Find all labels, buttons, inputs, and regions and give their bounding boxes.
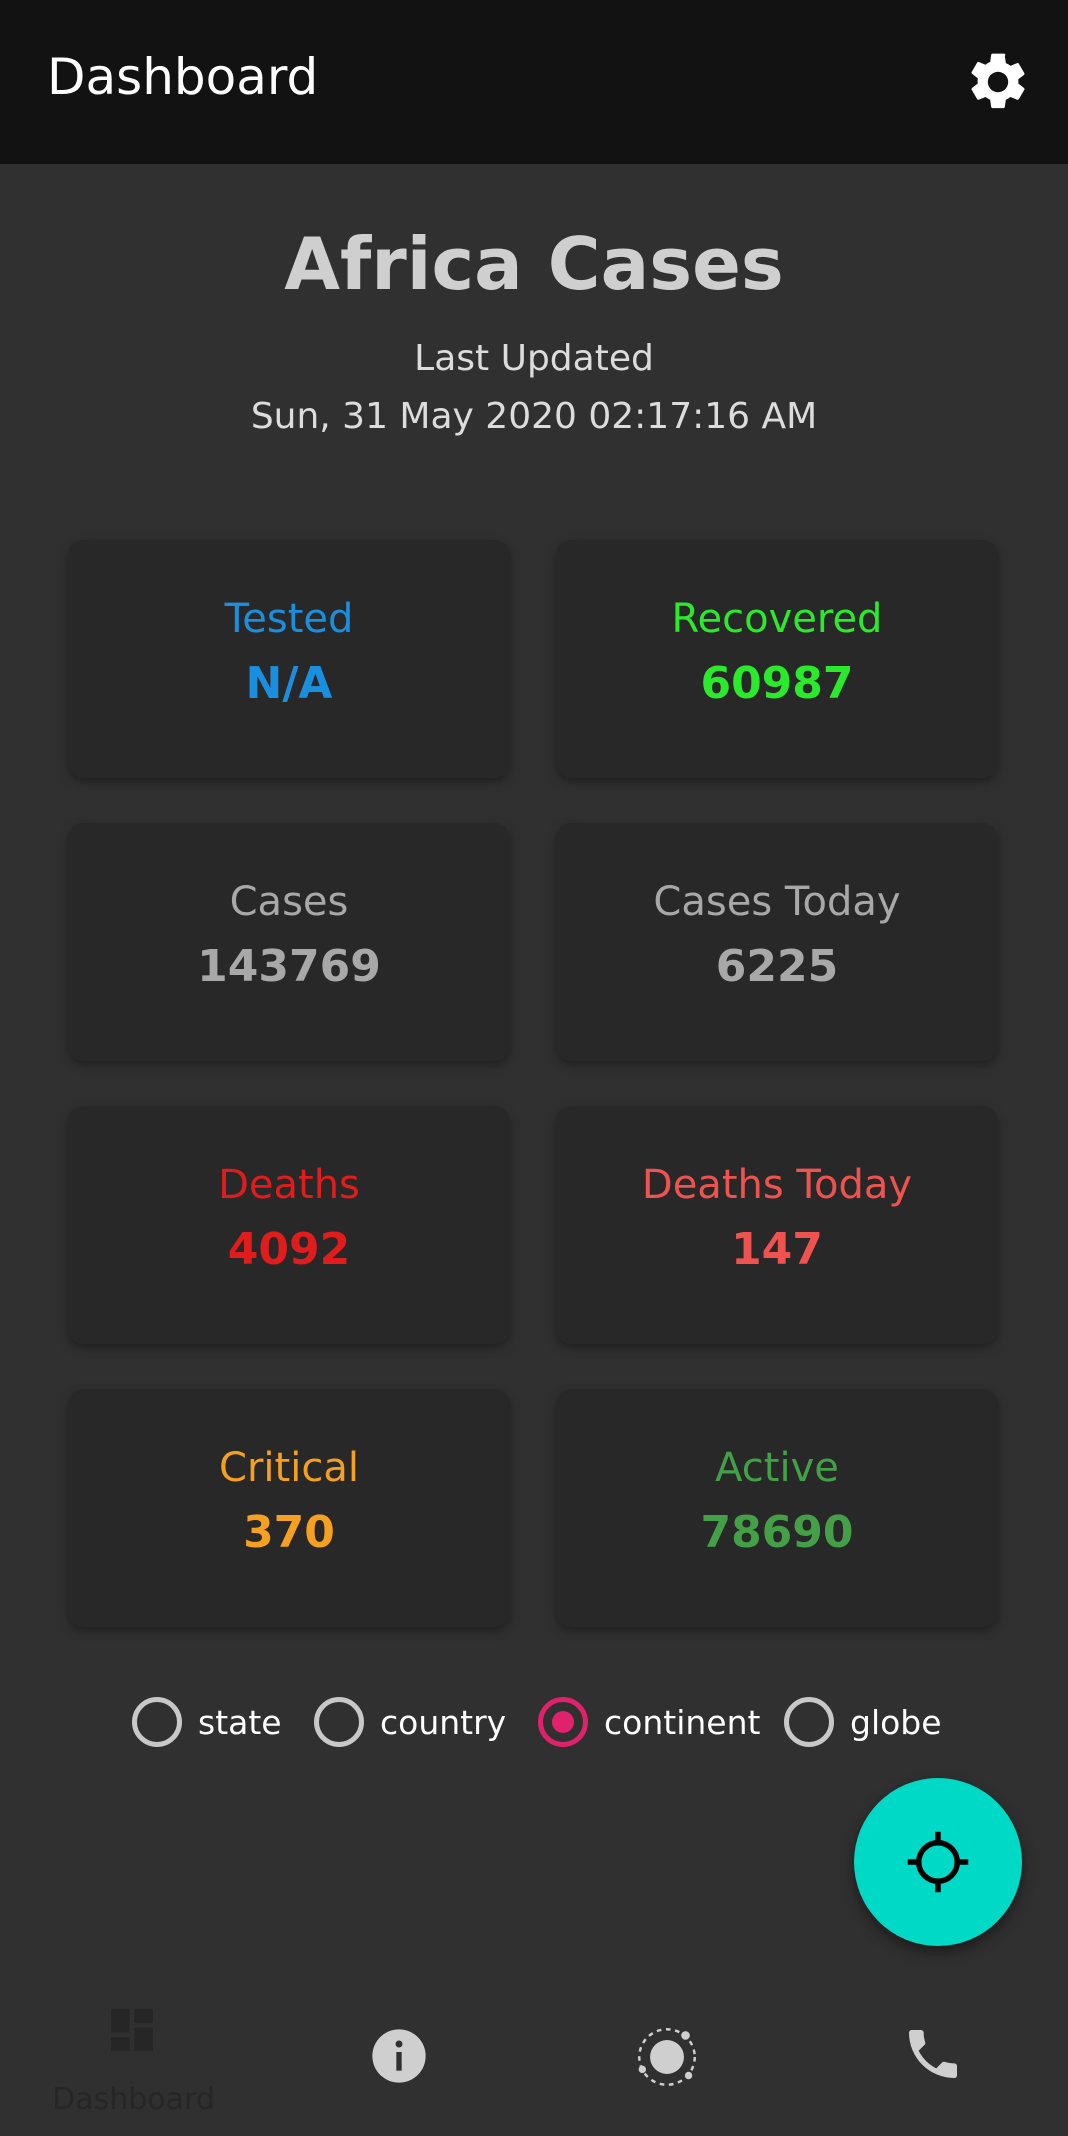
scope-radio-group: state country continent globe [0, 1690, 1068, 1754]
stat-value: 4092 [227, 1224, 351, 1275]
globe-orbit-icon [638, 2028, 696, 2086]
radio-label-globe: globe [850, 1702, 942, 1742]
dashboard-icon [111, 2009, 153, 2051]
stat-label: Critical [219, 1445, 359, 1491]
locate-fab-button[interactable] [854, 1778, 1022, 1946]
bottom-navigation: Dashboard [0, 1982, 1068, 2136]
stat-value: 143769 [197, 941, 381, 992]
nav-info[interactable] [267, 1982, 534, 2136]
stat-card-recovered: Recovered 60987 [556, 540, 998, 778]
radio-label-continent: continent [604, 1702, 761, 1742]
radio-circle[interactable] [784, 1697, 834, 1747]
region-title: Africa Cases [284, 222, 784, 306]
stat-card-deaths-today: Deaths Today 147 [556, 1106, 998, 1344]
stat-card-active: Active 78690 [556, 1389, 998, 1627]
stat-card-critical: Critical 370 [68, 1389, 510, 1627]
stat-card-tested: Tested N/A [68, 540, 510, 778]
last-updated-time: Sun, 31 May 2020 02:17:16 AM [250, 396, 818, 437]
stat-value: 370 [243, 1507, 335, 1558]
radio-circle[interactable] [314, 1697, 364, 1747]
last-updated-label: Last Updated [414, 338, 654, 379]
radio-state[interactable]: state [132, 1690, 282, 1754]
stat-card-deaths: Deaths 4092 [68, 1106, 510, 1344]
stat-value: 60987 [700, 658, 854, 709]
stat-label: Recovered [671, 596, 883, 642]
radio-country[interactable]: country [314, 1690, 506, 1754]
stat-label: Cases [229, 879, 349, 925]
nav-world[interactable] [534, 1982, 801, 2136]
stat-value: 147 [731, 1224, 823, 1275]
gps-target-icon [907, 1831, 969, 1893]
radio-label-state: state [198, 1702, 282, 1742]
stat-label: Active [715, 1445, 839, 1491]
stat-label: Deaths [218, 1162, 360, 1208]
stat-card-cases-today: Cases Today 6225 [556, 823, 998, 1061]
stat-label: Deaths Today [641, 1162, 913, 1208]
stat-value: N/A [245, 658, 333, 709]
stat-label: Tested [224, 596, 354, 642]
radio-label-country: country [380, 1702, 507, 1742]
nav-contact[interactable] [801, 1982, 1068, 2136]
stat-card-cases: Cases 143769 [68, 823, 510, 1061]
stat-value: 6225 [715, 941, 839, 992]
stat-value: 78690 [700, 1507, 854, 1558]
settings-gear-icon[interactable] [964, 48, 1032, 116]
stat-label: Cases Today [653, 879, 901, 925]
phone-icon [909, 2030, 957, 2078]
info-icon [372, 2029, 426, 2083]
nav-dashboard[interactable]: Dashboard [0, 1982, 267, 2136]
radio-circle-selected[interactable] [538, 1697, 588, 1747]
app-bar-title: Dashboard [47, 48, 319, 106]
radio-circle[interactable] [132, 1697, 182, 1747]
app-bar: Dashboard [0, 0, 1068, 164]
radio-continent[interactable]: continent [538, 1690, 760, 1754]
nav-label-dashboard: Dashboard [52, 2082, 215, 2117]
radio-globe[interactable]: globe [784, 1690, 942, 1754]
